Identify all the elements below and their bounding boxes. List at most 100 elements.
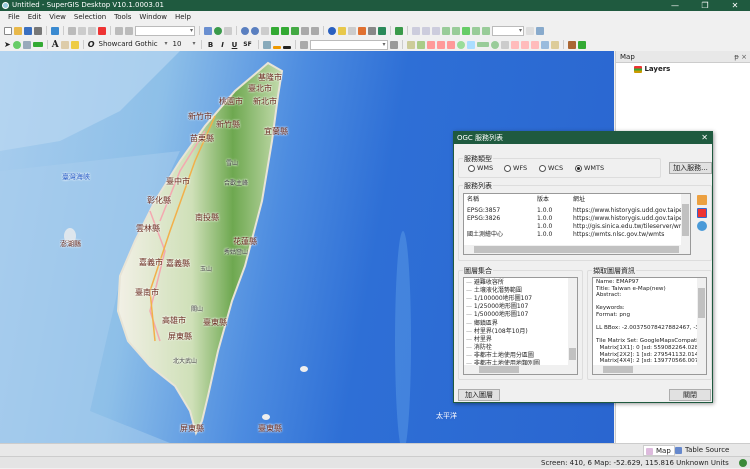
radio-wms[interactable]: WMS <box>468 164 493 172</box>
underline-button[interactable]: U <box>230 41 240 49</box>
add-data-icon[interactable] <box>51 26 59 35</box>
edit-pencil-icon[interactable] <box>697 195 707 205</box>
draw-line-icon[interactable] <box>22 40 31 49</box>
grid-icon[interactable] <box>291 26 299 35</box>
menu-window[interactable]: Window <box>139 11 167 23</box>
undo-icon[interactable] <box>115 26 123 35</box>
layout-forward-icon[interactable] <box>482 26 490 35</box>
column-header-url[interactable]: 網址 <box>573 195 585 204</box>
union-icon[interactable] <box>520 40 529 49</box>
font-size-combo[interactable]: 10 <box>171 40 197 50</box>
trace-icon[interactable] <box>416 40 425 49</box>
layer-tree[interactable]: — 避難收容所 — 土壤液化潛勢範圍 — 1/100000地形圖107— 1/250… <box>463 277 578 375</box>
add-server-icon[interactable] <box>697 221 707 231</box>
intersect-icon[interactable] <box>530 40 539 49</box>
save-icon[interactable] <box>24 26 32 35</box>
link-icon[interactable] <box>368 26 376 35</box>
radio-wfs[interactable]: WFS <box>504 164 527 172</box>
layout-icon[interactable] <box>204 26 212 35</box>
sketch-icon[interactable] <box>406 40 415 49</box>
whole-page-icon[interactable] <box>452 26 460 35</box>
tab-map[interactable]: Map <box>643 445 675 456</box>
close-button[interactable]: ✕ <box>720 0 750 11</box>
layout-option-icon[interactable] <box>526 26 534 35</box>
redo-icon[interactable] <box>125 26 133 35</box>
circle-icon[interactable] <box>456 40 465 49</box>
layer-tree-hscroll[interactable] <box>464 365 577 374</box>
column-header-version[interactable]: 版本 <box>537 195 549 204</box>
layout-zoom-combo[interactable] <box>492 25 524 36</box>
menu-view[interactable]: View <box>49 11 66 23</box>
refresh-icon[interactable] <box>395 26 403 35</box>
service-name-cell[interactable]: 國土測繪中心 <box>467 230 503 239</box>
layer-tree-vscroll[interactable] <box>568 278 577 365</box>
service-url-cell[interactable]: https://wmts.nlsc.gov.tw/wmts <box>573 230 664 239</box>
callout-icon[interactable] <box>70 40 79 49</box>
maximize-button[interactable]: ❐ <box>690 0 720 11</box>
layout-zoom-out-icon[interactable] <box>422 26 430 35</box>
italic-button[interactable]: I <box>218 41 228 49</box>
delete-icon[interactable] <box>98 26 106 35</box>
draw-point-icon[interactable] <box>12 40 21 49</box>
fixed-zoom-icon[interactable] <box>281 26 289 35</box>
layers-root[interactable]: Layers <box>634 65 670 73</box>
paste-icon[interactable] <box>88 26 96 35</box>
dialog-close-icon[interactable]: ✕ <box>701 132 708 144</box>
cut-polygon-icon[interactable] <box>426 40 435 49</box>
snapping-icon[interactable] <box>500 40 509 49</box>
service-list-vscroll[interactable] <box>681 194 690 245</box>
new-icon[interactable] <box>4 26 12 35</box>
attributes-icon[interactable] <box>540 40 549 49</box>
pin-button[interactable]: ᵽ <box>734 53 739 61</box>
add-service-button[interactable]: 加入服務... <box>669 162 712 174</box>
service-name-cell[interactable]: EPSG:3826 <box>467 214 500 223</box>
dialog-close-button[interactable]: 關閉 <box>669 389 711 401</box>
perpendicular-icon[interactable] <box>436 40 445 49</box>
print-icon[interactable] <box>34 26 42 35</box>
select-arrow-icon[interactable]: ➤ <box>4 40 11 49</box>
menu-file[interactable]: File <box>8 11 20 23</box>
find-icon[interactable] <box>338 26 346 35</box>
layout-export-icon[interactable] <box>536 26 544 35</box>
full-extent-icon[interactable] <box>271 26 279 35</box>
measure-icon[interactable] <box>348 26 356 35</box>
service-version-cell[interactable]: 1.0.0 <box>537 230 552 239</box>
layer-info-hscroll[interactable] <box>593 365 706 374</box>
parallel-icon[interactable] <box>446 40 455 49</box>
minimize-button[interactable]: — <box>660 0 690 11</box>
overview-icon[interactable] <box>378 26 386 35</box>
ellipse-icon[interactable] <box>490 40 499 49</box>
radio-wcs[interactable]: WCS <box>539 164 563 172</box>
draw-rectangle-icon[interactable] <box>32 42 43 47</box>
layout-back-icon[interactable] <box>472 26 480 35</box>
help-icon[interactable] <box>214 26 222 35</box>
zoom-out-icon[interactable] <box>251 26 259 35</box>
font-color-icon[interactable] <box>282 45 291 49</box>
zoom-in-icon[interactable] <box>241 26 249 35</box>
layout-zoom-in-icon[interactable] <box>412 26 420 35</box>
menu-edit[interactable]: Edit <box>28 11 42 23</box>
line-color-icon[interactable] <box>272 45 281 49</box>
column-header-name[interactable]: 名稱 <box>467 195 479 204</box>
whats-this-icon[interactable] <box>224 26 232 35</box>
copy-icon[interactable] <box>78 26 86 35</box>
forward-icon[interactable] <box>311 26 319 35</box>
fill-color-icon[interactable] <box>262 40 271 49</box>
font-family-combo[interactable]: Showcard Gothic <box>97 40 169 50</box>
merge-icon[interactable] <box>510 40 519 49</box>
layout-pan-icon[interactable] <box>462 26 470 35</box>
delete-service-icon[interactable] <box>697 208 707 218</box>
menu-selection[interactable]: Selection <box>74 11 106 23</box>
chart-icon[interactable] <box>358 26 366 35</box>
layer-info-vscroll[interactable] <box>697 278 706 365</box>
buffer-icon[interactable] <box>476 42 489 47</box>
tab-table-source[interactable]: Table Source <box>673 445 732 456</box>
toolbox-icon[interactable] <box>567 40 576 49</box>
radio-wmts[interactable]: WMTS <box>575 164 604 172</box>
layer-select-combo[interactable] <box>309 39 388 50</box>
plugin-icon[interactable] <box>577 40 586 49</box>
panel-close-button[interactable]: × <box>741 53 747 61</box>
strikethrough-button[interactable]: SF <box>242 41 254 48</box>
cut-icon[interactable] <box>68 26 76 35</box>
edit-vertex-icon[interactable] <box>389 40 398 49</box>
